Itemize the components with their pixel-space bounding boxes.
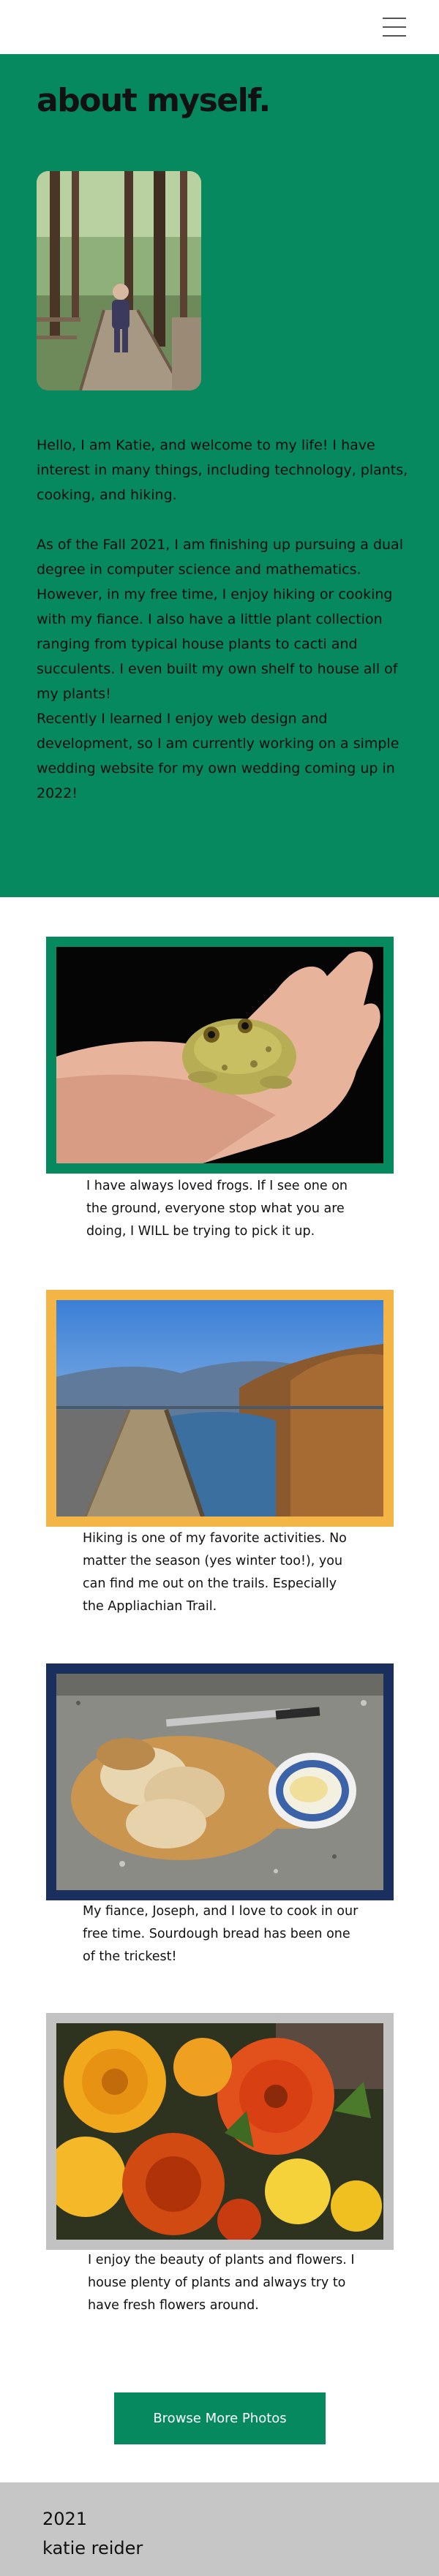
hiking-photo-card <box>46 1290 394 1527</box>
flowers-photo-card <box>46 2013 394 2250</box>
browse-more-photos-button[interactable]: Browse More Photos <box>114 2392 326 2444</box>
sourdough-photo <box>56 1674 383 1890</box>
profile-photo <box>37 171 201 390</box>
top-nav-bar <box>0 0 439 54</box>
footer-year: 2021 <box>42 2509 88 2529</box>
flowers-caption: I enjoy the beauty of plants and flowers… <box>88 2253 355 2313</box>
page-title: about myself. <box>37 82 271 119</box>
frog-photo-card <box>46 937 394 1174</box>
hiking-caption: Hiking is one of my favorite activities.… <box>83 1531 347 1614</box>
cooking-caption: My fiance, Joseph, and I love to cook in… <box>83 1904 359 1964</box>
flowers-photo <box>56 2023 383 2240</box>
hamburger-menu-icon[interactable] <box>383 18 406 37</box>
footer: 2021 katie reider <box>0 2482 439 2576</box>
frog-caption: I have always loved frogs. If I see one … <box>86 1179 348 1239</box>
footer-name: katie reider <box>42 2538 143 2558</box>
hiking-photo <box>56 1300 383 1516</box>
about-section: about myself. Hello, I am Katie, and wel… <box>0 54 439 897</box>
frog-photo <box>56 947 383 1163</box>
about-paragraph: Hello, I am Katie, and welcome to my lif… <box>37 437 408 801</box>
sourdough-photo-card <box>46 1663 394 1900</box>
